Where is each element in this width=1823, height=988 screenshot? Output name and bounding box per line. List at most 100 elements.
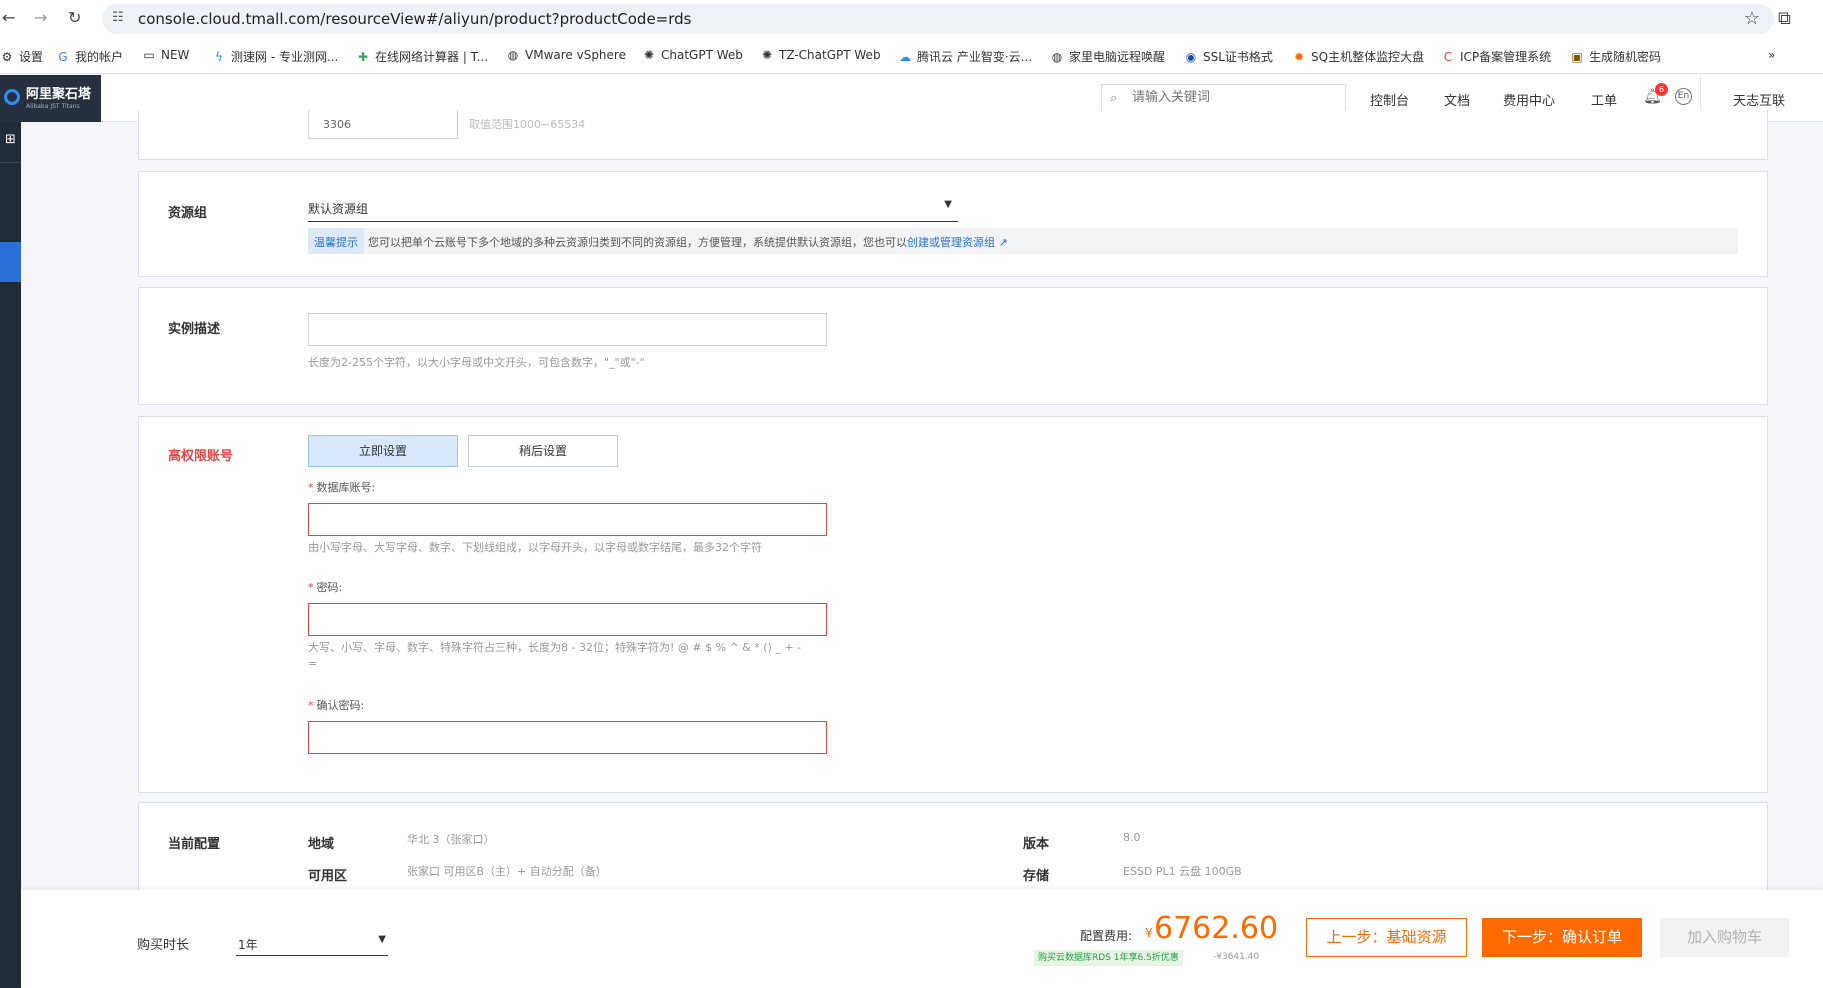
user-account[interactable]: 天志互联 xyxy=(1733,90,1785,109)
url-field[interactable]: ☷ console.cloud.tmall.com/resourceView#/… xyxy=(102,4,1774,34)
password-field-label: * 密码: xyxy=(308,581,343,594)
bookmark-item[interactable]: ◍ VMware vSphere xyxy=(506,48,626,62)
grafana-icon: ✹ xyxy=(1293,50,1305,64)
search-icon: ⌕ xyxy=(1110,91,1118,106)
nav-billing[interactable]: 费用中心 xyxy=(1503,90,1555,109)
search-input[interactable] xyxy=(1132,90,1337,105)
version-value: 8.0 xyxy=(1123,831,1141,844)
bookmark-item[interactable]: ✺ ChatGPT Web xyxy=(642,48,743,62)
currency-symbol: ¥ xyxy=(1145,926,1153,940)
storage-value: ESSD PL1 云盘 100GB xyxy=(1123,865,1242,878)
current-config-label: 当前配置 xyxy=(168,837,221,852)
promo-discount: -¥3641.40 xyxy=(1213,952,1260,962)
previous-step-button[interactable]: 上一步：基础资源 xyxy=(1306,918,1467,957)
set-now-button[interactable]: 立即设置 xyxy=(308,435,458,467)
google-icon: G xyxy=(58,50,68,64)
extensions-icon[interactable]: ⧉ xyxy=(1778,8,1791,29)
bookmark-item[interactable]: ☁ 腾讯云 产业智变·云... xyxy=(898,48,1032,65)
openai-icon: ✺ xyxy=(643,48,655,62)
resource-group-tip: 温馨提示 您可以把单个云账号下多个地域的多种云资源归类到不同的资源组，方便管理，… xyxy=(308,228,1738,254)
logo[interactable]: 阿里聚石塔 Alibaba JST Titans xyxy=(0,75,101,122)
password-hint-continued: = xyxy=(308,657,318,670)
bookmark-star-icon[interactable]: ☆ xyxy=(1744,8,1760,29)
description-input[interactable] xyxy=(308,313,827,346)
zone-key: 可用区 xyxy=(308,869,348,884)
bookmark-item[interactable]: C ICP备案管理系统 xyxy=(1441,48,1551,65)
divider xyxy=(0,162,21,163)
caret-down-icon: ▼ xyxy=(378,934,386,945)
calculator-icon: ✚ xyxy=(357,50,369,64)
confirm-password-input[interactable] xyxy=(308,721,827,754)
bookmark-item[interactable]: ✺ TZ-ChatGPT Web xyxy=(760,48,881,62)
logo-subtitle: Alibaba JST Titans xyxy=(26,103,80,110)
forward-icon[interactable]: → xyxy=(34,8,47,27)
resource-group-card: 资源组 默认资源组 ▼ 温馨提示 您可以把单个云账号下多个地域的多种云资源归类到… xyxy=(138,171,1768,277)
gear-icon: ⚙ xyxy=(1,50,13,64)
url-text: console.cloud.tmall.com/resourceView#/al… xyxy=(138,10,692,28)
confirm-password-field-label: * 确认密码: xyxy=(308,699,365,712)
resource-group-select[interactable]: 默认资源组 ▼ xyxy=(308,196,958,222)
bookmark-item[interactable]: ✹ SQ主机整体监控大盘 xyxy=(1292,48,1424,65)
bookmarks-bar: ⚙ 设置 G 我的帐户 ▭ NEW ϟ 测速网 - 专业测网... ✚ 在线网络计算器 |… xyxy=(0,38,1823,74)
logo-title: 阿里聚石塔 xyxy=(26,87,92,102)
bookmark-item[interactable]: ϟ 测速网 - 专业测网... xyxy=(212,48,338,65)
site-settings-icon[interactable]: ☷ xyxy=(112,10,124,25)
language-switch[interactable]: En xyxy=(1675,88,1692,105)
bookmark-item[interactable]: ⚙ 设置 xyxy=(0,48,43,65)
left-sidebar: ⊞ xyxy=(0,122,21,988)
port-range-hint: 取值范围1000~65534 xyxy=(469,118,586,131)
cloud-icon: ☁ xyxy=(899,50,911,64)
caret-down-icon: ▼ xyxy=(944,199,952,210)
set-later-button[interactable]: 稍后设置 xyxy=(468,435,618,467)
bookmark-item[interactable]: ▭ NEW xyxy=(142,48,189,62)
bookmark-item[interactable]: ◉ SSL证书格式 xyxy=(1184,48,1273,65)
bookmark-item[interactable]: G 我的帐户 xyxy=(56,48,123,65)
password-hint: 大写、小写、字母、数字、特殊字符占三种，长度为8 - 32位；特殊字符为! @ … xyxy=(308,641,802,654)
admin-account-card: 高权限账号 立即设置 稍后设置 * 数据库账号: 由小写字母、大写字母、数字、下划… xyxy=(138,416,1768,793)
back-icon[interactable]: ← xyxy=(2,8,15,27)
description-card: 实例描述 长度为2-255个字符，以大小字母或中文开头，可包含数字，"_"或"-… xyxy=(138,287,1768,405)
current-config-card: 当前配置 地域 华北 3（张家口） 可用区 张家口 可用区B（主）+ 自动分配（… xyxy=(138,802,1768,902)
manage-resource-group-link[interactable]: 创建或管理资源组 xyxy=(907,236,995,249)
storage-key: 存储 xyxy=(1023,869,1050,884)
icp-icon: C xyxy=(1443,50,1453,64)
external-link-icon: ↗ xyxy=(995,236,1008,249)
duration-select[interactable]: 1年 ▼ xyxy=(236,928,388,956)
folder-icon: ▭ xyxy=(143,48,155,62)
nav-tickets[interactable]: 工单 xyxy=(1591,90,1617,109)
admin-account-label: 高权限账号 xyxy=(168,449,234,464)
more-bookmarks-icon[interactable]: » xyxy=(1768,48,1775,62)
add-to-cart-button[interactable]: 加入购物车 xyxy=(1660,918,1789,957)
port-input[interactable]: 3306 xyxy=(308,110,458,139)
duration-label: 购买时长 xyxy=(137,938,190,953)
sidebar-active-item[interactable] xyxy=(0,242,21,282)
fee-label: 配置费用: xyxy=(1080,929,1133,943)
region-key: 地域 xyxy=(308,837,335,852)
next-step-button[interactable]: 下一步：确认订单 xyxy=(1482,918,1642,957)
password-generator-icon: ▣ xyxy=(1571,50,1583,64)
speedtest-icon: ϟ xyxy=(215,50,223,64)
password-input[interactable] xyxy=(308,603,827,636)
ssl-icon: ◉ xyxy=(1185,50,1197,64)
description-label: 实例描述 xyxy=(168,322,221,337)
zone-value: 张家口 可用区B（主）+ 自动分配（备） xyxy=(407,865,607,878)
tip-text: 您可以把单个云账号下多个地域的多种云资源归类到不同的资源组，方便管理，系统提供默… xyxy=(368,236,907,249)
version-key: 版本 xyxy=(1023,837,1050,852)
bookmark-item[interactable]: ▣ 生成随机密码 xyxy=(1570,48,1661,65)
db-account-input[interactable] xyxy=(308,503,827,536)
bookmark-item[interactable]: ✚ 在线网络计算器 | T... xyxy=(356,48,488,65)
browser-address-bar: ← → ↻ ☷ console.cloud.tmall.com/resource… xyxy=(0,0,1823,38)
resource-group-label: 资源组 xyxy=(168,206,208,221)
port-card: 3306 取值范围1000~65534 xyxy=(138,110,1768,160)
bookmark-item[interactable]: ◍ 家里电脑远程唤醒 xyxy=(1050,48,1165,65)
notification-badge: 6 xyxy=(1655,83,1668,96)
fee-amount: 6762.60 xyxy=(1154,911,1279,946)
apps-icon[interactable]: ⊞ xyxy=(0,132,21,152)
tip-tag: 温馨提示 xyxy=(308,228,364,254)
nav-console[interactable]: 控制台 xyxy=(1370,90,1409,109)
account-field-label: * 数据库账号: xyxy=(308,481,376,494)
nav-docs[interactable]: 文档 xyxy=(1444,90,1470,109)
globe-icon: ◍ xyxy=(1051,50,1063,64)
reload-icon[interactable]: ↻ xyxy=(68,8,81,27)
promo-badge: 购买云数据库RDS 1年享6.5折优惠 xyxy=(1034,950,1183,966)
